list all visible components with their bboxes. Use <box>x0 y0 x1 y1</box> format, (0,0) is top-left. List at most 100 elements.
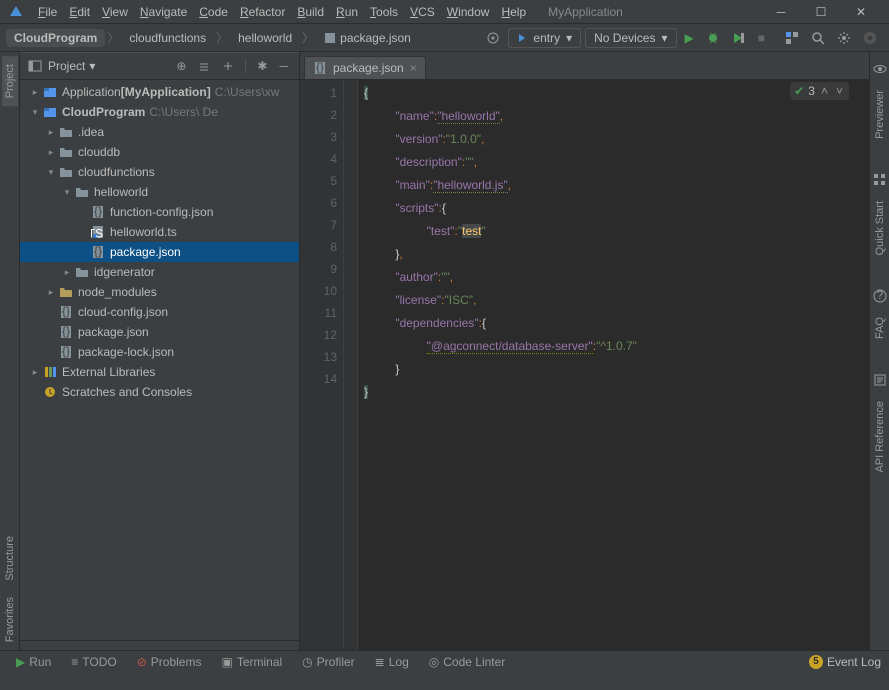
tree-row[interactable]: ▸idgenerator <box>20 262 299 282</box>
line-number[interactable]: 13 <box>300 346 337 368</box>
line-number[interactable]: 12 <box>300 324 337 346</box>
tab-api-reference[interactable]: API Reference <box>872 393 888 481</box>
tree-row[interactable]: ▸.idea <box>20 122 299 142</box>
close-icon[interactable]: × <box>410 61 417 75</box>
expand-all-icon[interactable] <box>195 60 213 72</box>
line-number[interactable]: 3 <box>300 126 337 148</box>
tab-structure[interactable]: Structure <box>2 528 18 589</box>
tree-row[interactable]: {}package.json <box>20 322 299 342</box>
chevron-right-icon[interactable]: ▸ <box>44 127 58 138</box>
project-view-selector[interactable]: Project ▾ <box>48 59 95 73</box>
line-number[interactable]: 14 <box>300 368 337 390</box>
tree-row[interactable]: {}package.json <box>20 242 299 262</box>
chevron-down-icon[interactable]: ▾ <box>44 167 58 178</box>
menu-view[interactable]: View <box>96 5 134 19</box>
line-number[interactable]: 7 <box>300 214 337 236</box>
line-number[interactable]: 10 <box>300 280 337 302</box>
run-config-selector[interactable]: entry ▾ <box>508 28 581 48</box>
device-selector[interactable]: No Devices ▾ <box>585 28 676 48</box>
tree-row[interactable]: {}cloud-config.json <box>20 302 299 322</box>
line-number-gutter[interactable]: 1234567891011121314 <box>300 80 344 650</box>
run-button[interactable]: ▶ <box>679 29 700 47</box>
project-structure-icon[interactable] <box>779 29 805 47</box>
chevron-down-icon[interactable]: ▾ <box>60 187 74 198</box>
tree-row[interactable]: ▸node_modules <box>20 282 299 302</box>
api-icon[interactable] <box>873 373 887 387</box>
editor-tab-package-json[interactable]: {} package.json × <box>304 56 426 79</box>
window-minimize-button[interactable]: ─ <box>761 0 801 24</box>
breadcrumb-item[interactable]: cloudfunctions <box>121 29 214 47</box>
collapse-all-icon[interactable] <box>219 60 237 72</box>
settings-icon[interactable] <box>831 29 857 47</box>
chevron-right-icon[interactable]: ▸ <box>44 147 58 158</box>
tab-log[interactable]: ≣Log <box>367 651 417 672</box>
menu-window[interactable]: Window <box>441 5 496 19</box>
tab-previewer[interactable]: Previewer <box>872 82 888 147</box>
chevron-right-icon[interactable]: ▸ <box>28 367 42 378</box>
menu-code[interactable]: Code <box>193 5 234 19</box>
tab-code-linter[interactable]: ◎Code Linter <box>421 651 514 672</box>
inspection-widget[interactable]: ✔ 3 ˄ ˅ <box>790 82 849 100</box>
tree-row[interactable]: ▸clouddb <box>20 142 299 162</box>
chevron-right-icon[interactable]: ▸ <box>44 287 58 298</box>
tree-row[interactable]: ▾helloworld <box>20 182 299 202</box>
search-icon[interactable] <box>805 29 831 47</box>
breadcrumb-item[interactable]: helloworld <box>230 29 300 47</box>
menu-run[interactable]: Run <box>330 5 364 19</box>
fold-gutter[interactable] <box>344 80 358 650</box>
line-number[interactable]: 9 <box>300 258 337 280</box>
chevron-right-icon[interactable]: ▸ <box>60 267 74 278</box>
tree-row[interactable]: TShelloworld.ts <box>20 222 299 242</box>
tab-favorites[interactable]: Favorites <box>2 589 18 650</box>
menu-help[interactable]: Help <box>495 5 532 19</box>
menu-refactor[interactable]: Refactor <box>234 5 291 19</box>
window-maximize-button[interactable]: ☐ <box>801 0 841 24</box>
project-tree[interactable]: ▸Application [MyApplication] C:\Users\xw… <box>20 80 299 640</box>
window-close-button[interactable]: ✕ <box>841 0 881 24</box>
help-icon[interactable] <box>857 29 883 47</box>
line-number[interactable]: 8 <box>300 236 337 258</box>
line-number[interactable]: 11 <box>300 302 337 324</box>
tree-row[interactable]: ▸External Libraries <box>20 362 299 382</box>
tree-row[interactable]: ▸Application [MyApplication] C:\Users\xw <box>20 82 299 102</box>
settings-icon[interactable]: ✱ <box>254 59 270 73</box>
tab-quick-start[interactable]: Quick Start <box>872 193 888 263</box>
tab-problems[interactable]: ⊘Problems <box>129 651 210 672</box>
tree-row[interactable]: Scratches and Consoles <box>20 382 299 402</box>
tab-profiler[interactable]: ◷Profiler <box>294 651 363 672</box>
hide-button[interactable]: ─ <box>276 59 291 73</box>
menu-file[interactable]: File <box>32 5 63 19</box>
horizontal-scrollbar[interactable] <box>20 640 299 650</box>
next-highlight-icon[interactable]: ˅ <box>834 84 845 98</box>
select-opened-file-icon[interactable]: ⊕ <box>173 59 189 73</box>
line-number[interactable]: 6 <box>300 192 337 214</box>
debug-button[interactable] <box>700 29 726 47</box>
chevron-right-icon[interactable]: ▸ <box>28 87 42 98</box>
code-editor[interactable]: { "name":"helloworld", "version":"1.0.0"… <box>358 80 869 650</box>
tab-terminal[interactable]: ▣Terminal <box>213 651 290 672</box>
event-log-button[interactable]: 5 Event Log <box>809 655 881 669</box>
menu-tools[interactable]: Tools <box>364 5 404 19</box>
tab-run[interactable]: ▶Run <box>8 651 59 672</box>
coverage-button[interactable] <box>726 29 752 47</box>
stop-button[interactable]: ■ <box>752 29 771 47</box>
locate-icon[interactable] <box>480 29 506 47</box>
line-number[interactable]: 2 <box>300 104 337 126</box>
tree-row[interactable]: ▾cloudfunctions <box>20 162 299 182</box>
prev-highlight-icon[interactable]: ˄ <box>819 84 830 98</box>
line-number[interactable]: 5 <box>300 170 337 192</box>
chevron-down-icon[interactable]: ▾ <box>28 107 42 118</box>
tree-row[interactable]: {}package-lock.json <box>20 342 299 362</box>
menu-vcs[interactable]: VCS <box>404 5 441 19</box>
tab-todo[interactable]: ≡TODO <box>63 651 124 672</box>
grid-icon[interactable] <box>873 173 887 187</box>
breadcrumb-item[interactable]: CloudProgram <box>6 29 105 47</box>
line-number[interactable]: 4 <box>300 148 337 170</box>
tab-faq[interactable]: FAQ <box>872 309 888 347</box>
menu-navigate[interactable]: Navigate <box>134 5 193 19</box>
tree-row[interactable]: {}function-config.json <box>20 202 299 222</box>
eye-icon[interactable] <box>873 62 887 76</box>
line-number[interactable]: 1 <box>300 82 337 104</box>
tree-row[interactable]: ▾CloudProgram C:\Users\ De <box>20 102 299 122</box>
menu-edit[interactable]: Edit <box>63 5 96 19</box>
